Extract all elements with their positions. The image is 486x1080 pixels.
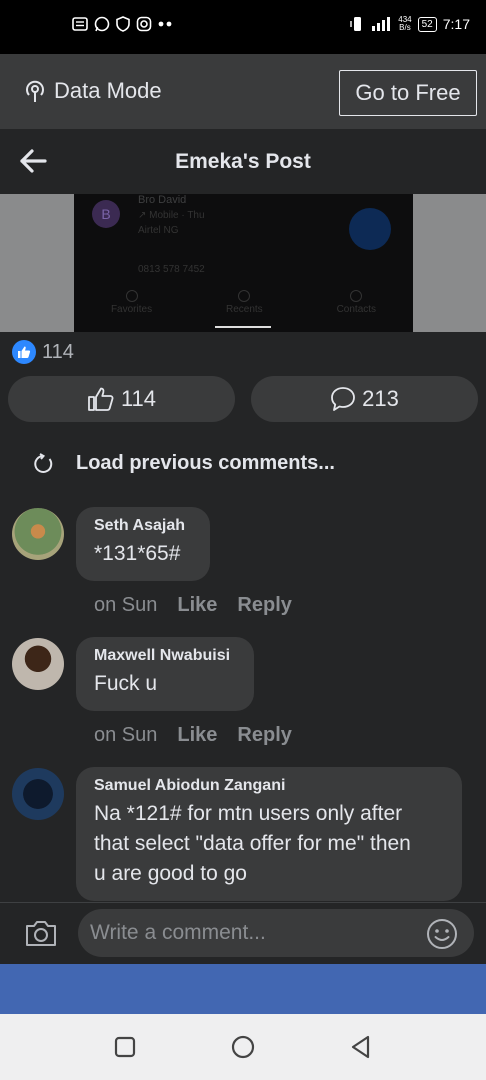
dialer-tabs: Favorites Recents Contacts [74,290,413,315]
comment-button-count: 213 [362,386,399,411]
comment-text: *131*65# [94,542,181,565]
comment-bubble[interactable]: Maxwell Nwabuisi Fuck u [76,637,254,711]
notification-icon [72,17,88,31]
comment-author[interactable]: Seth Asajah [94,517,192,535]
like-button[interactable]: 114 [8,376,235,422]
battery-indicator: 52 [417,16,437,32]
refresh-icon [34,452,53,473]
instagram-icon [136,16,152,32]
comment-text-line: that select "data offer for me" then [94,832,411,855]
contact-number: 0813 578 7452 [138,264,205,275]
more-dots-icon [158,21,172,27]
comment-time: on Sun [94,594,158,616]
recents-square-icon[interactable] [112,1034,138,1060]
reaction-count: 114 [42,340,74,363]
shield-icon [116,16,130,32]
contact-name: Bro David [138,194,187,206]
whatsapp-icon [94,16,110,32]
fb-banner-strip [0,964,486,1014]
go-to-free-button[interactable]: Go to Free [339,70,477,116]
dialpad-icon [349,208,391,250]
load-previous-label: Load previous comments... [76,452,335,474]
comment-button[interactable]: 213 [251,376,478,422]
tab-indicator [215,326,271,328]
comment-bubble[interactable]: Samuel Abiodun Zangani Na *121# for mtn … [76,767,462,901]
avatar[interactable] [12,768,64,820]
comment-meta: on Sun Like Reply [94,724,292,747]
comment-like-button[interactable]: Like [177,594,217,617]
reactions-summary[interactable]: 114 [12,340,74,364]
comment-text: Fuck u [94,672,158,695]
comment-input[interactable] [78,909,474,957]
dialer-tab-favorites: Favorites [111,290,152,315]
status-bar: 434 B/s 52 7:17 [0,0,486,54]
emoji-icon[interactable] [426,918,458,950]
signal-icon [372,17,391,31]
camera-icon[interactable] [24,918,58,948]
comment-text-line: Na *121# for mtn users only after [94,802,403,825]
network-speed: 434 B/s [398,15,412,32]
dialer-tab-contacts: Contacts [337,290,376,315]
people-icon [350,290,363,302]
avatar[interactable] [12,508,64,560]
star-icon [125,290,138,302]
comment-meta: on Sun Like Reply [94,594,292,617]
comment-time: on Sun [94,724,158,746]
comment-like-button[interactable]: Like [177,724,217,747]
contact-avatar: B [92,200,120,228]
thumbs-up-icon [88,387,114,411]
contact-call-info: ↗ Mobile · Thu [138,210,205,221]
contact-carrier: Airtel NG [138,225,179,236]
post-image[interactable]: B Bro David ↗ Mobile · Thu Airtel NG 081… [74,194,413,332]
clock: 7:17 [442,16,470,32]
home-circle-icon[interactable] [230,1034,256,1060]
broadcast-icon [26,80,44,102]
vibrate-icon [350,17,362,31]
back-triangle-icon[interactable] [348,1034,374,1060]
data-mode-label: Data Mode [54,78,162,103]
dialer-tab-recents: Recents [226,290,263,315]
clock-icon [238,290,251,302]
comment-icon [331,387,356,411]
comment-bubble[interactable]: Seth Asajah *131*65# [76,507,210,581]
load-previous-comments[interactable]: Load previous comments... [32,452,335,475]
comment-text-line: u are good to go [94,862,247,885]
page-title: Emeka's Post [175,150,311,173]
like-reaction-icon [12,340,36,364]
avatar[interactable] [12,638,64,690]
like-button-count: 114 [120,386,157,411]
comment-reply-button[interactable]: Reply [237,724,291,747]
comment-reply-button[interactable]: Reply [237,594,291,617]
comment-author[interactable]: Samuel Abiodun Zangani [94,777,444,795]
comment-author[interactable]: Maxwell Nwabuisi [94,647,236,665]
